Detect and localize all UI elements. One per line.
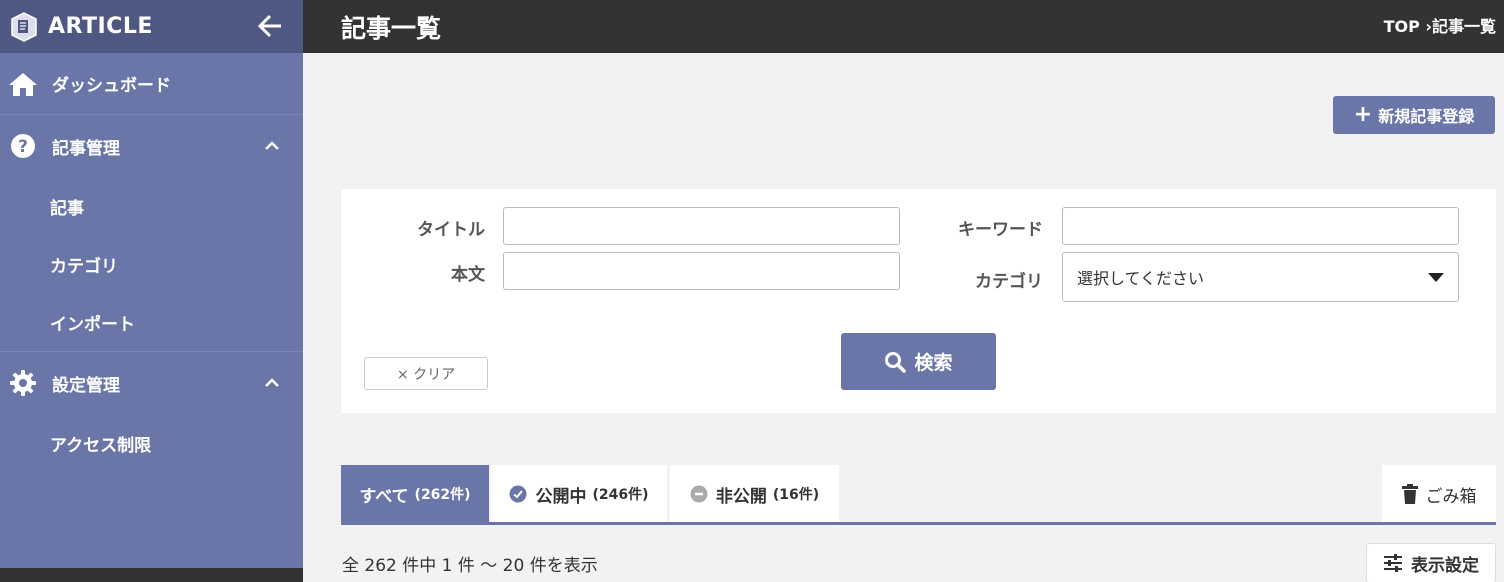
trash-button[interactable]: ごみ箱 bbox=[1382, 465, 1496, 523]
result-count-text: 全 262 件中 1 件 〜 20 件を表示 bbox=[342, 556, 598, 576]
search-button[interactable]: 検索 bbox=[841, 333, 996, 390]
trash-icon bbox=[1401, 484, 1418, 504]
search-button-label: 検索 bbox=[914, 352, 953, 374]
app-title: ARTICLE bbox=[48, 14, 153, 39]
sidebar-item-label: 設定管理 bbox=[52, 375, 120, 396]
chevron-up-icon[interactable] bbox=[263, 374, 281, 392]
title-input[interactable] bbox=[503, 207, 900, 245]
sidebar-item-access-restriction[interactable]: アクセス制限 bbox=[0, 414, 303, 472]
sidebar-item-settings-management[interactable]: 設定管理 bbox=[0, 352, 303, 414]
home-icon bbox=[8, 69, 38, 99]
sidebar-item-import[interactable]: インポート bbox=[0, 293, 303, 351]
category-label: カテゴリ bbox=[975, 272, 1043, 292]
check-circle-icon bbox=[509, 485, 527, 503]
sidebar-item-article-management[interactable]: ? 記事管理 bbox=[0, 115, 303, 177]
tabs-underline bbox=[341, 522, 1496, 525]
article-submenu: 記事 カテゴリ インポート bbox=[0, 177, 303, 352]
tab-label: 非公開 bbox=[715, 486, 767, 507]
body-label: 本文 bbox=[451, 265, 485, 285]
plus-icon: + bbox=[1353, 102, 1373, 127]
article-logo-icon bbox=[10, 11, 38, 42]
page-title: 記事一覧 bbox=[341, 14, 442, 43]
tab-unpublished[interactable]: 非公開 (16件) bbox=[670, 465, 839, 523]
tab-count: (16件) bbox=[772, 487, 820, 503]
sidebar: ARTICLE ダッシュボード ? 記事管理 記事 カテゴリ インポート 設定管… bbox=[0, 0, 303, 582]
sidebar-item-label: 記事管理 bbox=[52, 138, 120, 159]
display-settings-button[interactable]: 表示設定 bbox=[1366, 543, 1496, 582]
question-circle-icon: ? bbox=[8, 131, 38, 161]
tab-count: (246件) bbox=[592, 487, 649, 503]
search-panel: タイトル 本文 キーワード カテゴリ 選択してください × クリア 検索 bbox=[341, 189, 1496, 413]
title-label: タイトル bbox=[417, 220, 485, 240]
breadcrumb[interactable]: TOP ›記事一覧 bbox=[1384, 13, 1496, 37]
keyword-label: キーワード bbox=[958, 220, 1043, 240]
sidebar-item-article[interactable]: 記事 bbox=[0, 177, 303, 235]
caret-down-icon bbox=[1428, 273, 1444, 282]
tab-count: (262件) bbox=[414, 487, 471, 503]
topbar: 記事一覧 TOP ›記事一覧 bbox=[303, 0, 1504, 53]
trash-label: ごみ箱 bbox=[1425, 486, 1477, 507]
sidebar-item-category[interactable]: カテゴリ bbox=[0, 235, 303, 293]
sidebar-item-label: ダッシュボード bbox=[52, 76, 171, 96]
svg-text:?: ? bbox=[18, 137, 28, 157]
minus-circle-icon bbox=[690, 485, 708, 503]
settings-submenu: アクセス制限 bbox=[0, 414, 303, 472]
sliders-icon bbox=[1384, 554, 1402, 572]
sidebar-header: ARTICLE bbox=[0, 0, 303, 53]
new-article-label: 新規記事登録 bbox=[1378, 107, 1475, 126]
tab-label: すべて bbox=[359, 486, 409, 507]
category-select[interactable]: 選択してください bbox=[1062, 252, 1459, 302]
collapse-sidebar-icon[interactable] bbox=[255, 11, 285, 41]
tab-all[interactable]: すべて (262件) bbox=[341, 465, 489, 523]
sidebar-item-dashboard[interactable]: ダッシュボード bbox=[0, 53, 303, 115]
new-article-button[interactable]: + 新規記事登録 bbox=[1333, 96, 1495, 134]
tab-published[interactable]: 公開中 (246件) bbox=[491, 465, 667, 523]
clear-button[interactable]: × クリア bbox=[364, 357, 488, 390]
tab-label: 公開中 bbox=[535, 486, 587, 507]
display-settings-label: 表示設定 bbox=[1411, 555, 1479, 576]
sidebar-footer bbox=[0, 568, 303, 582]
search-icon bbox=[885, 351, 907, 373]
gear-icon bbox=[8, 368, 38, 398]
category-selected-value: 選択してください bbox=[1077, 269, 1205, 288]
keyword-input[interactable] bbox=[1062, 207, 1459, 245]
chevron-up-icon[interactable] bbox=[263, 137, 281, 155]
body-input[interactable] bbox=[503, 252, 900, 290]
